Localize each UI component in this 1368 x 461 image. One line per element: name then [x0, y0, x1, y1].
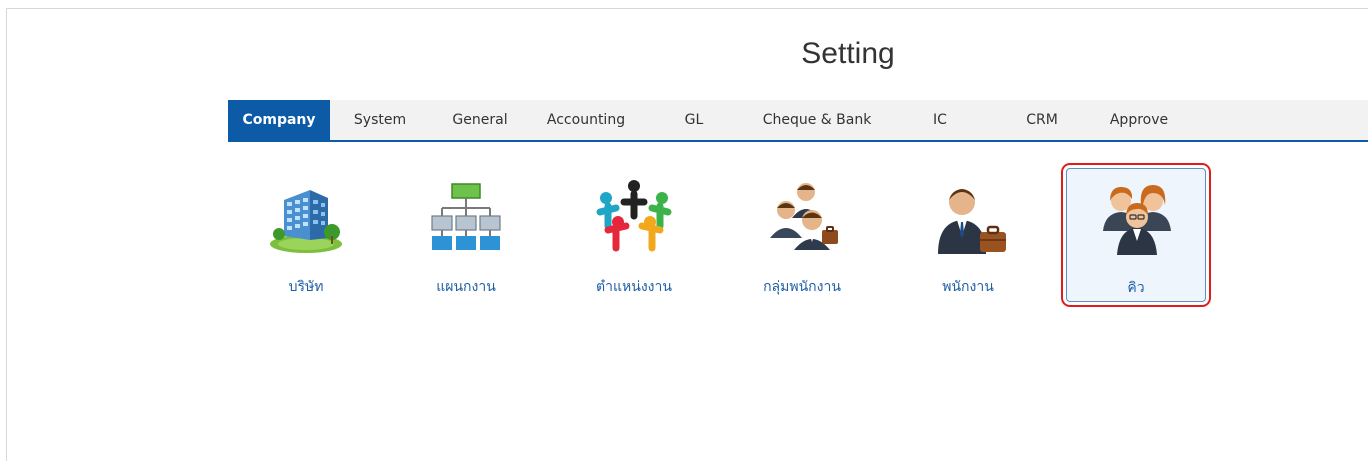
setting-item-label: คิว: [1127, 280, 1145, 296]
setting-item-queue[interactable]: คิว: [1066, 168, 1206, 302]
tab-crm[interactable]: CRM: [1012, 100, 1072, 140]
setting-item-company[interactable]: บริษัท: [236, 168, 376, 302]
tab-ic[interactable]: IC: [914, 100, 966, 140]
page-title: Setting: [801, 37, 895, 70]
setting-item-label: กลุ่มพนักงาน: [763, 279, 841, 295]
employee-group-icon: [770, 183, 838, 250]
settings-tab-bar: Company System General Accounting GL Che…: [228, 100, 1368, 142]
org-chart-icon: [431, 183, 501, 250]
tab-cheque-bank[interactable]: Cheque & Bank: [752, 100, 882, 140]
setting-item-label: พนักงาน: [942, 279, 994, 295]
team-icon: [1103, 185, 1171, 255]
setting-item-employee[interactable]: พนักงาน: [898, 168, 1038, 302]
tab-system[interactable]: System: [340, 100, 420, 140]
setting-item-employee-group[interactable]: กลุ่มพนักงาน: [732, 168, 872, 302]
building-icon: [270, 190, 342, 253]
tab-general[interactable]: General: [440, 100, 520, 140]
setting-item-department[interactable]: แผนกงาน: [396, 168, 536, 302]
tab-gl[interactable]: GL: [668, 100, 720, 140]
tab-company[interactable]: Company: [228, 100, 330, 140]
tab-approve[interactable]: Approve: [1098, 100, 1180, 140]
setting-item-label: ตำแหน่งงาน: [596, 279, 672, 295]
setting-item-label: บริษัท: [288, 279, 324, 295]
setting-item-position[interactable]: ตำแหน่งงาน: [564, 168, 704, 302]
setting-item-label: แผนกงาน: [436, 279, 496, 295]
people-circle-icon: [596, 180, 672, 252]
employee-icon: [938, 189, 1006, 254]
tab-accounting[interactable]: Accounting: [536, 100, 636, 140]
